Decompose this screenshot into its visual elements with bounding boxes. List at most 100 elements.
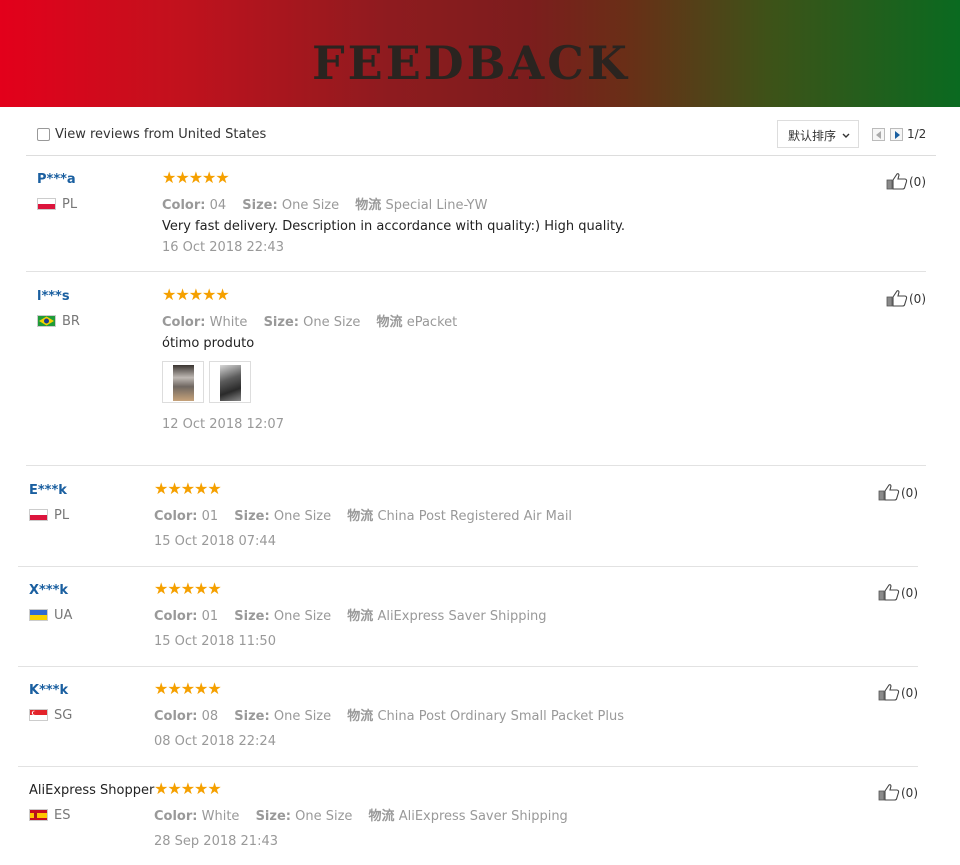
reviewer-name[interactable]: X***k bbox=[29, 583, 68, 598]
thumbs-up-icon bbox=[886, 290, 908, 307]
color-label: Color: bbox=[154, 809, 198, 824]
shipping-value: ePacket bbox=[406, 315, 458, 330]
review-date: 16 Oct 2018 22:43 bbox=[162, 240, 284, 255]
color-label: Color: bbox=[154, 709, 198, 724]
flag-pl-icon bbox=[37, 198, 56, 210]
review-item: AliExpress Shopper ES ★★★★★ Color: White… bbox=[18, 767, 918, 864]
review-photo-thumbnail[interactable] bbox=[209, 361, 251, 403]
size-value: One Size bbox=[281, 198, 340, 213]
country-code: SG bbox=[54, 708, 73, 723]
shipping-label: 物流 bbox=[347, 609, 374, 624]
helpful-button[interactable]: (0) bbox=[878, 583, 918, 601]
color-value: 01 bbox=[201, 509, 219, 524]
size-value: One Size bbox=[303, 315, 361, 330]
helpful-button[interactable]: (0) bbox=[878, 683, 918, 701]
color-value: 04 bbox=[209, 198, 227, 213]
size-value: One Size bbox=[273, 609, 332, 624]
reviewer-name[interactable]: K***k bbox=[29, 683, 68, 698]
thumbs-up-icon bbox=[878, 484, 900, 501]
color-label: Color: bbox=[162, 315, 206, 330]
country-code: PL bbox=[54, 508, 70, 523]
helpful-count: (0) bbox=[901, 486, 918, 500]
star-rating: ★★★★★ bbox=[162, 168, 230, 187]
color-value: White bbox=[209, 315, 248, 330]
review-date: 15 Oct 2018 07:44 bbox=[154, 534, 276, 549]
review-photo-thumbnail[interactable] bbox=[162, 361, 204, 403]
size-value: One Size bbox=[295, 809, 353, 824]
helpful-count: (0) bbox=[901, 786, 918, 800]
order-attributes: Color: 08 Size: One Size 物流 China Post O… bbox=[154, 705, 624, 724]
flag-es-icon bbox=[29, 809, 48, 821]
review-date: 12 Oct 2018 12:07 bbox=[162, 417, 284, 432]
color-value: White bbox=[201, 809, 240, 824]
review-item: X***k UA ★★★★★ Color: 01 Size: One Size … bbox=[18, 567, 918, 667]
order-attributes: Color: 01 Size: One Size 物流 China Post R… bbox=[154, 505, 572, 524]
flag-sg-icon bbox=[29, 709, 48, 721]
helpful-button[interactable]: (0) bbox=[886, 289, 926, 307]
reviewer-name[interactable]: P***a bbox=[37, 172, 76, 187]
chevron-down-icon bbox=[842, 133, 850, 138]
review-item: P***a PL ★★★★★ Color: 04 Size: One Size … bbox=[26, 156, 926, 272]
thumbs-up-icon bbox=[878, 584, 900, 601]
page-indicator: 1/2 bbox=[907, 127, 927, 141]
next-page-button[interactable] bbox=[890, 128, 903, 141]
size-label: Size: bbox=[242, 198, 278, 213]
flag-ua-icon bbox=[29, 609, 48, 621]
country-code: ES bbox=[54, 808, 71, 823]
star-rating: ★★★★★ bbox=[154, 479, 222, 498]
color-label: Color: bbox=[154, 609, 198, 624]
reviewer-name[interactable]: AliExpress Shopper bbox=[29, 783, 154, 798]
country-code: PL bbox=[62, 197, 78, 212]
country-code: UA bbox=[54, 608, 73, 623]
order-attributes: Color: White Size: One Size 物流 ePacket bbox=[162, 311, 457, 330]
reviewer-name[interactable]: l***s bbox=[37, 289, 70, 304]
size-label: Size: bbox=[255, 809, 291, 824]
helpful-button[interactable]: (0) bbox=[878, 783, 918, 801]
prev-page-button[interactable] bbox=[872, 128, 885, 141]
feedback-banner: FEEDBACK bbox=[0, 0, 960, 107]
flag-br-icon bbox=[37, 315, 56, 327]
arrow-left-icon bbox=[876, 131, 881, 139]
shipping-label: 物流 bbox=[355, 198, 382, 213]
banner-title: FEEDBACK bbox=[312, 36, 630, 90]
us-reviews-label[interactable]: View reviews from United States bbox=[55, 127, 266, 142]
sort-dropdown[interactable]: 默认排序 bbox=[777, 120, 859, 148]
review-date: 28 Sep 2018 21:43 bbox=[154, 834, 278, 849]
review-date: 08 Oct 2018 22:24 bbox=[154, 734, 276, 749]
arrow-right-icon bbox=[895, 131, 900, 139]
shipping-label: 物流 bbox=[368, 809, 395, 824]
review-item: E***k PL ★★★★★ Color: 01 Size: One Size … bbox=[18, 467, 918, 567]
reviewer-name[interactable]: E***k bbox=[29, 483, 67, 498]
shipping-value: China Post Ordinary Small Packet Plus bbox=[377, 709, 624, 724]
color-value: 08 bbox=[201, 709, 219, 724]
color-label: Color: bbox=[154, 509, 198, 524]
helpful-button[interactable]: (0) bbox=[878, 483, 918, 501]
shipping-value: China Post Registered Air Mail bbox=[377, 509, 573, 524]
thumbs-up-icon bbox=[878, 784, 900, 801]
helpful-count: (0) bbox=[901, 686, 918, 700]
shipping-label: 物流 bbox=[347, 509, 374, 524]
color-label: Color: bbox=[162, 198, 206, 213]
star-rating: ★★★★★ bbox=[162, 285, 230, 304]
helpful-button[interactable]: (0) bbox=[886, 172, 926, 190]
helpful-count: (0) bbox=[901, 586, 918, 600]
size-label: Size: bbox=[234, 509, 270, 524]
review-text: Very fast delivery. Description in accor… bbox=[162, 219, 626, 234]
shipping-label: 物流 bbox=[347, 709, 374, 724]
shipping-value: AliExpress Saver Shipping bbox=[377, 609, 547, 624]
order-attributes: Color: White Size: One Size 物流 AliExpres… bbox=[154, 805, 568, 824]
size-label: Size: bbox=[263, 315, 299, 330]
shipping-label: 物流 bbox=[376, 315, 403, 330]
star-rating: ★★★★★ bbox=[154, 779, 222, 798]
size-label: Size: bbox=[234, 709, 270, 724]
sort-label: 默认排序 bbox=[788, 129, 837, 143]
order-attributes: Color: 01 Size: One Size 物流 AliExpress S… bbox=[154, 605, 547, 624]
star-rating: ★★★★★ bbox=[154, 579, 222, 598]
size-value: One Size bbox=[273, 709, 332, 724]
review-text: ótimo produto bbox=[162, 336, 255, 351]
color-value: 01 bbox=[201, 609, 219, 624]
size-label: Size: bbox=[234, 609, 270, 624]
us-reviews-checkbox[interactable] bbox=[37, 128, 50, 141]
shipping-value: Special Line-YW bbox=[385, 198, 488, 213]
review-item: l***s BR ★★★★★ Color: White Size: One Si… bbox=[26, 273, 926, 466]
